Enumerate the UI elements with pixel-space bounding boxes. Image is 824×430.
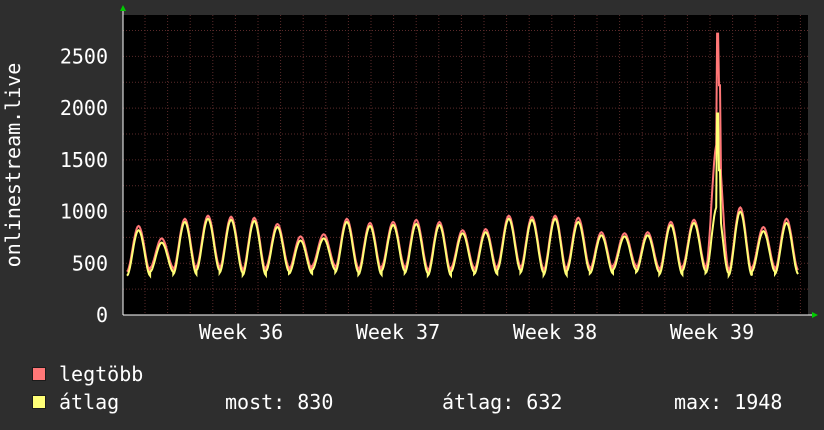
y-tick-label: 1000 xyxy=(60,200,108,224)
stat-average: átlag: 632 xyxy=(442,390,563,414)
stat-max: max: 1948 xyxy=(674,390,783,414)
legend-item-avg: átlag xyxy=(32,391,119,413)
x-tick-label: Week 37 xyxy=(356,320,440,344)
y-axis-label: onlinestream.live xyxy=(1,63,25,268)
x-tick-label: Week 38 xyxy=(513,320,597,344)
legend-swatch-avg xyxy=(32,395,46,409)
x-tick-label: Week 39 xyxy=(670,320,754,344)
stat-now: most: 830 xyxy=(225,390,334,414)
y-tick-labels: 0 500 1000 1500 2000 2500 xyxy=(60,44,108,327)
y-tick-label: 0 xyxy=(96,303,108,327)
y-tick-label: 2000 xyxy=(60,96,108,120)
y-axis-arrow xyxy=(120,5,126,11)
y-tick-label: 1500 xyxy=(60,148,108,172)
x-tick-labels: Week 36 Week 37 Week 38 Week 39 xyxy=(199,320,754,344)
x-tick-label: Week 36 xyxy=(199,320,283,344)
y-tick-label: 2500 xyxy=(60,44,108,68)
legend-item-max: legtöbb xyxy=(32,363,143,385)
x-axis-arrow xyxy=(812,312,818,318)
legend-swatch-max xyxy=(32,367,46,381)
legend-label-max: legtöbb xyxy=(59,362,144,386)
y-tick-label: 500 xyxy=(72,251,108,275)
legend-label-avg: átlag xyxy=(59,390,120,414)
